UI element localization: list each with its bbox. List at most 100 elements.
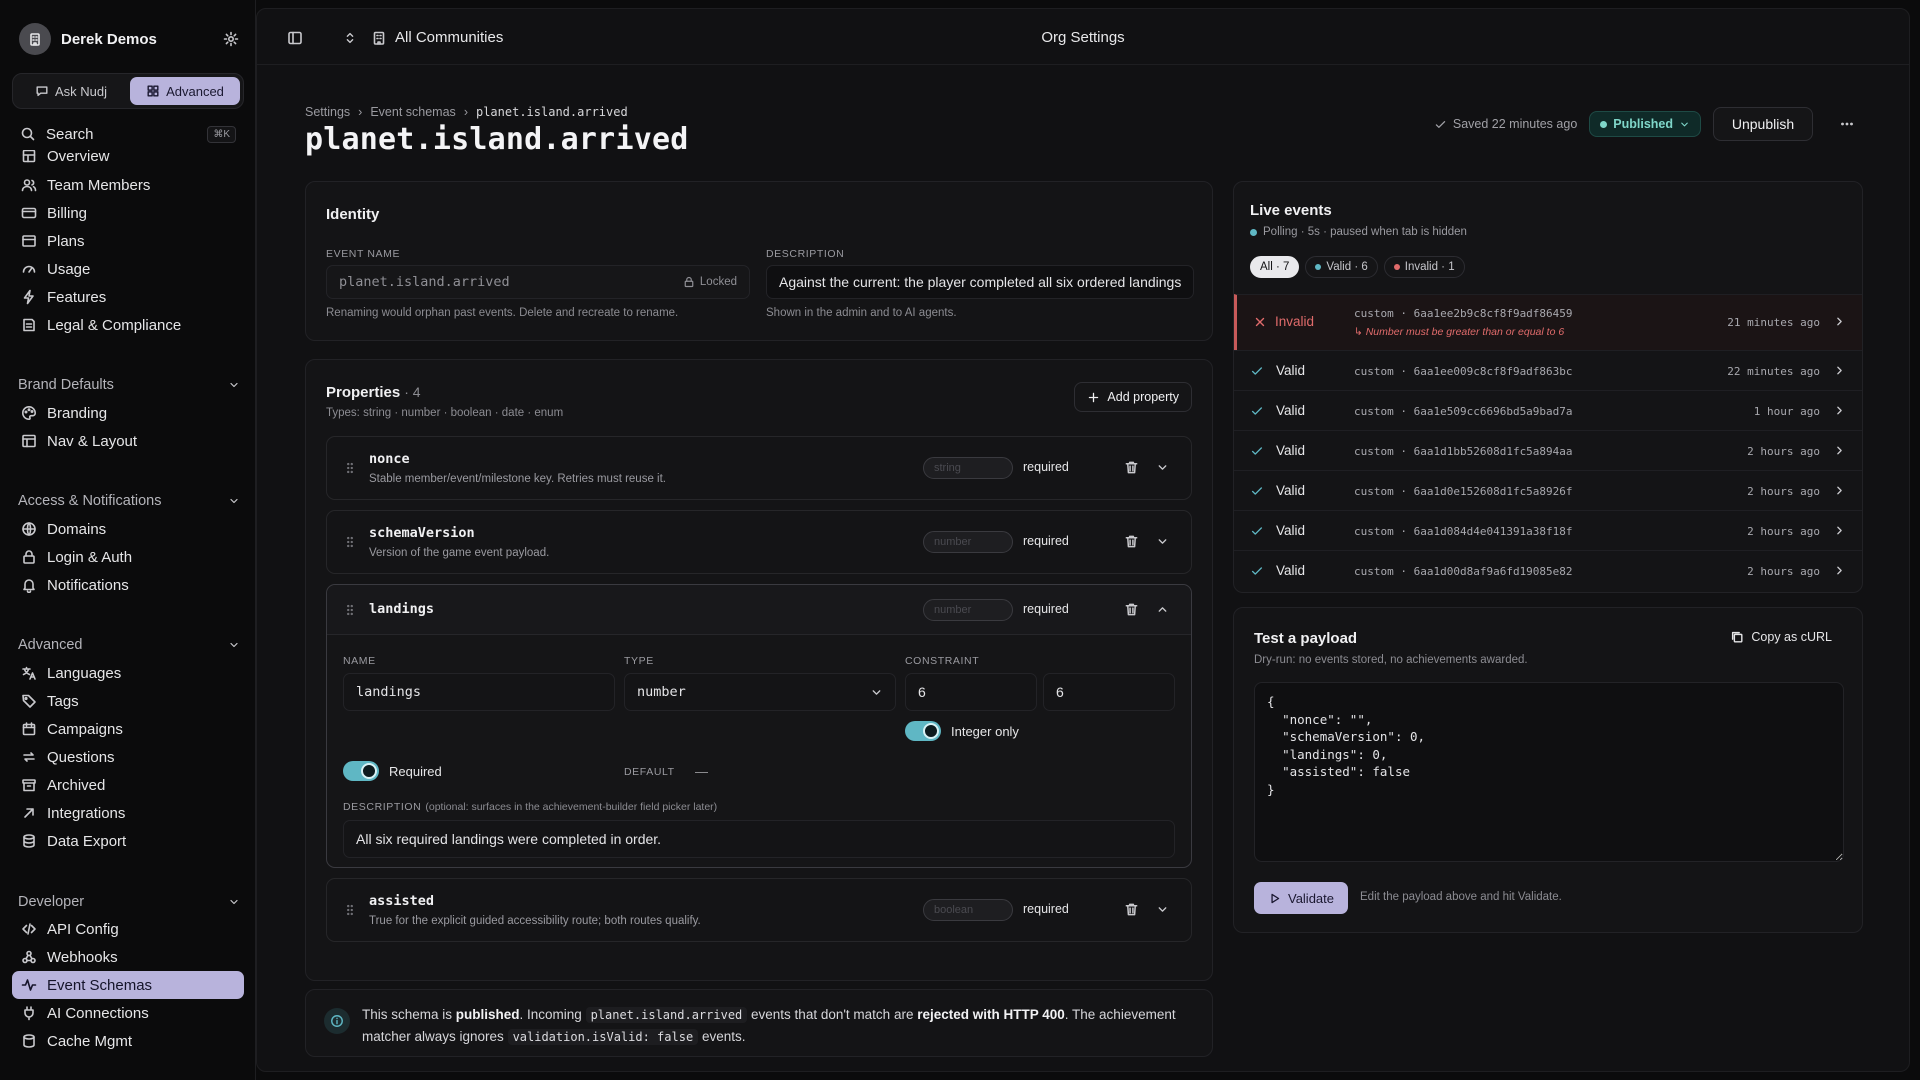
sidebar-item-cache-mgmt[interactable]: Cache Mgmt: [12, 1027, 244, 1055]
search-icon: [21, 127, 35, 141]
property-row-assisted[interactable]: assisted True for the explicit guided ac…: [326, 878, 1192, 942]
copy-curl-button[interactable]: Copy as cURL: [1730, 630, 1832, 644]
property-type-select[interactable]: number: [624, 673, 896, 711]
trash-icon[interactable]: [1124, 534, 1139, 549]
event-row-valid[interactable]: Valid custom · 6aa1e509cc6696bd5a9bad7a …: [1234, 390, 1862, 430]
sidebar-item-billing[interactable]: Billing: [12, 199, 244, 227]
event-row-valid[interactable]: Valid custom · 6aa1d00d8af9a6fd19085e82 …: [1234, 550, 1862, 590]
property-row-schemaversion[interactable]: schemaVersion Version of the game event …: [326, 510, 1192, 574]
chevron-down-icon[interactable]: [1156, 535, 1169, 548]
integer-only-toggle[interactable]: [905, 721, 941, 741]
sidebar-item-nav-layout[interactable]: Nav & Layout: [12, 427, 244, 455]
drag-handle-icon[interactable]: [343, 535, 357, 549]
scale-icon: [23, 318, 35, 332]
chevron-down-icon[interactable]: [1156, 903, 1169, 916]
constraint-min-input[interactable]: 6: [905, 673, 1037, 711]
sidebar-item-team-members[interactable]: Team Members: [12, 171, 244, 199]
filter-all[interactable]: All · 7: [1250, 256, 1300, 278]
property-name-input[interactable]: landings: [343, 673, 615, 711]
sidebar-item-ai-connections[interactable]: AI Connections: [12, 999, 244, 1027]
org-switcher[interactable]: Derek Demos: [19, 23, 239, 55]
unpublish-button[interactable]: Unpublish: [1713, 107, 1813, 141]
filter-invalid[interactable]: Invalid · 1: [1383, 256, 1465, 278]
sidebar-item-questions[interactable]: Questions: [12, 743, 244, 771]
notice-text: events.: [698, 1029, 746, 1044]
event-hash: custom · 6aa1d0e152608d1fc5a8926f: [1354, 485, 1573, 498]
chevron-up-icon[interactable]: [1156, 603, 1169, 616]
description-input[interactable]: Against the current: the player complete…: [766, 265, 1194, 299]
validate-button[interactable]: Validate: [1254, 882, 1348, 914]
section-developer[interactable]: Developer: [18, 892, 240, 912]
sidebar-item-login-auth[interactable]: Login & Auth: [12, 543, 244, 571]
filter-valid[interactable]: Valid · 6: [1305, 256, 1378, 278]
sidebar-item-data-export[interactable]: Data Export: [12, 827, 244, 855]
required-toggle[interactable]: [343, 761, 379, 781]
default-value[interactable]: —: [695, 764, 708, 779]
section-brand-defaults[interactable]: Brand Defaults: [18, 375, 240, 395]
trash-icon[interactable]: [1124, 602, 1139, 617]
sidebar-item-webhooks[interactable]: Webhooks: [12, 943, 244, 971]
mode-ask-nudj[interactable]: Ask Nudj: [16, 77, 126, 105]
credit-card-icon: [21, 207, 37, 219]
drag-handle-icon[interactable]: [343, 461, 357, 475]
drag-handle-icon[interactable]: [343, 903, 357, 917]
property-row-nonce[interactable]: nonce Stable member/event/milestone key.…: [326, 436, 1192, 500]
event-row-valid[interactable]: Valid custom · 6aa1ee009c8cf8f9adf863bc …: [1234, 350, 1862, 390]
sidebar-item-overview[interactable]: Overview: [12, 150, 244, 170]
sidebar-item-event-schemas[interactable]: Event Schemas: [12, 971, 244, 999]
trash-icon[interactable]: [1124, 902, 1139, 917]
lock-icon: [684, 276, 694, 288]
sidebar-item-languages[interactable]: Languages: [12, 659, 244, 687]
mode-label: Ask Nudj: [54, 83, 108, 99]
section-title: Advanced: [18, 637, 83, 653]
sidebar-item-branding[interactable]: Branding: [12, 399, 244, 427]
event-row-valid[interactable]: Valid custom · 6aa1d084d4e041391a38f18f …: [1234, 510, 1862, 550]
chevron-down-icon[interactable]: [1156, 461, 1169, 474]
event-row-valid[interactable]: Valid custom · 6aa1d1bb52608d1fc5a894aa …: [1234, 430, 1862, 470]
sidebar-item-domains[interactable]: Domains: [12, 515, 244, 543]
notice-code: validation.isValid: false: [507, 1029, 699, 1045]
section-access-notifications[interactable]: Access & Notifications: [18, 491, 240, 511]
event-row-valid[interactable]: Valid custom · 6aa1d0e152608d1fc5a8926f …: [1234, 470, 1862, 510]
sidebar-item-integrations[interactable]: Integrations: [12, 799, 244, 827]
constraint-max-input[interactable]: 6: [1043, 673, 1175, 711]
sidebar-item-features[interactable]: Features: [12, 283, 244, 311]
breadcrumb-event-schemas[interactable]: Event schemas: [370, 105, 455, 119]
property-description-input[interactable]: All six required landings were completed…: [343, 820, 1175, 858]
polling-dot: [1250, 228, 1257, 236]
sidebar-item-tags[interactable]: Tags: [12, 687, 244, 715]
integer-only-toggle-row[interactable]: Integer only: [905, 721, 1019, 741]
chevron-right-icon: [1837, 486, 1842, 495]
palette-icon: [22, 406, 36, 420]
event-time: 1 hour ago: [1753, 405, 1820, 418]
breadcrumb-settings[interactable]: Settings: [305, 105, 350, 119]
drag-handle-icon[interactable]: [343, 603, 357, 617]
event-status: Valid: [1276, 563, 1306, 578]
sidebar-item-api-config[interactable]: API Config: [12, 915, 244, 943]
status-badge[interactable]: Published: [1589, 111, 1701, 137]
section-title: Brand Defaults: [18, 377, 114, 393]
section-advanced[interactable]: Advanced: [18, 635, 240, 655]
more-icon[interactable]: [1839, 116, 1855, 132]
gear-icon[interactable]: [223, 31, 239, 47]
required-toggle-row[interactable]: Required: [343, 761, 442, 781]
event-status: Invalid: [1275, 314, 1315, 329]
sidebar-item-usage[interactable]: Usage: [12, 255, 244, 283]
sidebar-item-plans[interactable]: Plans: [12, 227, 244, 255]
property-name: schemaVersion: [369, 525, 475, 541]
trash-icon[interactable]: [1124, 460, 1139, 475]
grid-icon: [147, 85, 159, 97]
add-property-button[interactable]: Add property: [1074, 382, 1192, 412]
event-row-invalid[interactable]: Invalid custom · 6aa1ee2b9c8cf8f9adf8645…: [1234, 294, 1862, 350]
sidebar-item-legal[interactable]: Legal & Compliance: [12, 311, 244, 339]
payload-textarea[interactable]: { "nonce": "", "schemaVersion": 0, "land…: [1254, 682, 1844, 862]
topbar-title: Org Settings: [1041, 29, 1125, 46]
sidebar-item-campaigns[interactable]: Campaigns: [12, 715, 244, 743]
sidebar-nav[interactable]: Overview Team Members Billing Plans Usag…: [0, 150, 256, 1080]
test-payload-card: Test a payload Dry-run: no events stored…: [1233, 607, 1863, 933]
mode-advanced[interactable]: Advanced: [130, 77, 240, 105]
sidebar-item-archived[interactable]: Archived: [12, 771, 244, 799]
status-label: Published: [1613, 117, 1673, 131]
sidebar-search[interactable]: Search ⌘K: [20, 124, 236, 144]
sidebar-item-notifications[interactable]: Notifications: [12, 571, 244, 599]
